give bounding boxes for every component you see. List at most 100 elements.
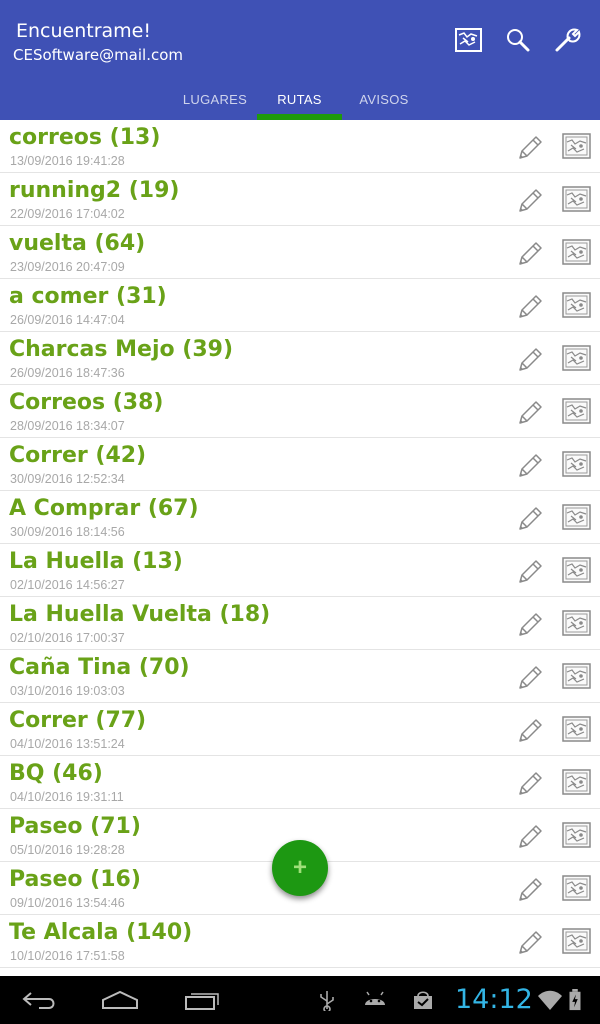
pencil-icon bbox=[519, 295, 542, 318]
route-name: Paseo (71) bbox=[9, 814, 141, 839]
pencil-icon bbox=[519, 666, 542, 689]
route-date: 03/10/2016 19:03:03 bbox=[10, 684, 125, 698]
route-date: 23/09/2016 20:47:09 bbox=[10, 260, 125, 274]
view-route-map-button[interactable] bbox=[562, 292, 591, 318]
view-route-map-button[interactable] bbox=[562, 875, 591, 901]
edit-route-button[interactable] bbox=[514, 609, 546, 641]
map-icon bbox=[562, 663, 591, 689]
route-name: A Comprar (67) bbox=[9, 496, 199, 521]
route-date: 28/09/2016 18:34:07 bbox=[10, 419, 125, 433]
settings-button[interactable] bbox=[554, 26, 582, 54]
route-row[interactable]: correos (13) 13/09/2016 19:41:28 bbox=[0, 120, 600, 173]
route-row[interactable]: Correos (38) 28/09/2016 18:34:07 bbox=[0, 385, 600, 438]
edit-route-button[interactable] bbox=[514, 238, 546, 270]
view-route-map-button[interactable] bbox=[562, 716, 591, 742]
route-row[interactable]: Caña Tina (70) 03/10/2016 19:03:03 bbox=[0, 650, 600, 703]
route-row[interactable]: La Huella Vuelta (18) 02/10/2016 17:00:3… bbox=[0, 597, 600, 650]
view-route-map-button[interactable] bbox=[562, 504, 591, 530]
route-row[interactable]: Charcas Mejo (39) 26/09/2016 18:47:36 bbox=[0, 332, 600, 385]
route-row[interactable]: running2 (19) 22/09/2016 17:04:02 bbox=[0, 173, 600, 226]
pencil-icon bbox=[519, 560, 542, 583]
map-icon bbox=[562, 451, 591, 477]
back-button[interactable] bbox=[20, 986, 60, 1014]
edit-route-button[interactable] bbox=[514, 344, 546, 376]
pencil-icon bbox=[519, 825, 542, 848]
app-title: Encuentrame! bbox=[16, 20, 151, 42]
add-route-button[interactable]: + bbox=[272, 840, 328, 896]
tab-lugares[interactable]: LUGARES bbox=[170, 78, 260, 120]
route-row[interactable]: BQ (46) 04/10/2016 19:31:11 bbox=[0, 756, 600, 809]
wifi-icon bbox=[538, 990, 562, 1010]
tab-rutas[interactable]: RUTAS bbox=[257, 78, 342, 120]
view-route-map-button[interactable] bbox=[562, 186, 591, 212]
route-name: a comer (31) bbox=[9, 284, 167, 309]
route-date: 26/09/2016 14:47:04 bbox=[10, 313, 125, 327]
route-row[interactable]: Correr (42) 30/09/2016 12:52:34 bbox=[0, 438, 600, 491]
view-route-map-button[interactable] bbox=[562, 239, 591, 265]
edit-route-button[interactable] bbox=[514, 715, 546, 747]
route-name: La Huella Vuelta (18) bbox=[9, 602, 271, 627]
view-route-map-button[interactable] bbox=[562, 345, 591, 371]
route-name: running2 (19) bbox=[9, 178, 180, 203]
view-route-map-button[interactable] bbox=[562, 398, 591, 424]
edit-route-button[interactable] bbox=[514, 556, 546, 588]
edit-route-button[interactable] bbox=[514, 291, 546, 323]
route-date: 22/09/2016 17:04:02 bbox=[10, 207, 125, 221]
route-row[interactable]: Te Alcala (140) 10/10/2016 17:51:58 bbox=[0, 915, 600, 968]
edit-route-button[interactable] bbox=[514, 821, 546, 853]
pencil-icon bbox=[519, 772, 542, 795]
edit-route-button[interactable] bbox=[514, 874, 546, 906]
home-button[interactable] bbox=[100, 986, 140, 1014]
map-icon bbox=[562, 186, 591, 212]
recent-apps-button[interactable] bbox=[182, 986, 222, 1014]
pencil-icon bbox=[519, 719, 542, 742]
map-icon bbox=[562, 928, 591, 954]
map-view-button[interactable] bbox=[454, 26, 482, 54]
battery-icon bbox=[569, 989, 581, 1011]
route-name: vuelta (64) bbox=[9, 231, 146, 256]
view-route-map-button[interactable] bbox=[562, 133, 591, 159]
map-icon bbox=[562, 398, 591, 424]
search-button[interactable] bbox=[504, 26, 532, 54]
route-row[interactable]: A Comprar (67) 30/09/2016 18:14:56 bbox=[0, 491, 600, 544]
route-date: 09/10/2016 13:54:46 bbox=[10, 896, 125, 910]
route-date: 30/09/2016 12:52:34 bbox=[10, 472, 125, 486]
edit-route-button[interactable] bbox=[514, 927, 546, 959]
edit-route-button[interactable] bbox=[514, 662, 546, 694]
tab-avisos[interactable]: AVISOS bbox=[342, 78, 426, 120]
route-row[interactable]: Correr (77) 04/10/2016 13:51:24 bbox=[0, 703, 600, 756]
route-row[interactable]: La Huella (13) 02/10/2016 14:56:27 bbox=[0, 544, 600, 597]
edit-route-button[interactable] bbox=[514, 450, 546, 482]
map-icon bbox=[562, 875, 591, 901]
route-name: BQ (46) bbox=[9, 761, 103, 786]
edit-route-button[interactable] bbox=[514, 132, 546, 164]
route-name: La Huella (13) bbox=[9, 549, 183, 574]
map-icon bbox=[562, 345, 591, 371]
edit-route-button[interactable] bbox=[514, 397, 546, 429]
edit-route-button[interactable] bbox=[514, 503, 546, 535]
view-route-map-button[interactable] bbox=[562, 557, 591, 583]
view-route-map-button[interactable] bbox=[562, 451, 591, 477]
route-row[interactable]: a comer (31) 26/09/2016 14:47:04 bbox=[0, 279, 600, 332]
route-date: 10/10/2016 17:51:58 bbox=[10, 949, 125, 963]
route-name: Correr (42) bbox=[9, 443, 147, 468]
route-date: 04/10/2016 19:31:11 bbox=[10, 790, 124, 804]
view-route-map-button[interactable] bbox=[562, 928, 591, 954]
route-name: Charcas Mejo (39) bbox=[9, 337, 233, 362]
plus-icon: + bbox=[292, 854, 307, 881]
pencil-icon bbox=[519, 613, 542, 636]
pencil-icon bbox=[519, 507, 542, 530]
view-route-map-button[interactable] bbox=[562, 769, 591, 795]
route-date: 05/10/2016 19:28:28 bbox=[10, 843, 125, 857]
view-route-map-button[interactable] bbox=[562, 610, 591, 636]
map-icon bbox=[454, 28, 482, 52]
usb-icon bbox=[320, 991, 334, 1011]
view-route-map-button[interactable] bbox=[562, 822, 591, 848]
pencil-icon bbox=[519, 136, 542, 159]
edit-route-button[interactable] bbox=[514, 768, 546, 800]
route-name: Caña Tina (70) bbox=[9, 655, 190, 680]
edit-route-button[interactable] bbox=[514, 185, 546, 217]
route-row[interactable]: vuelta (64) 23/09/2016 20:47:09 bbox=[0, 226, 600, 279]
view-route-map-button[interactable] bbox=[562, 663, 591, 689]
map-icon bbox=[562, 239, 591, 265]
